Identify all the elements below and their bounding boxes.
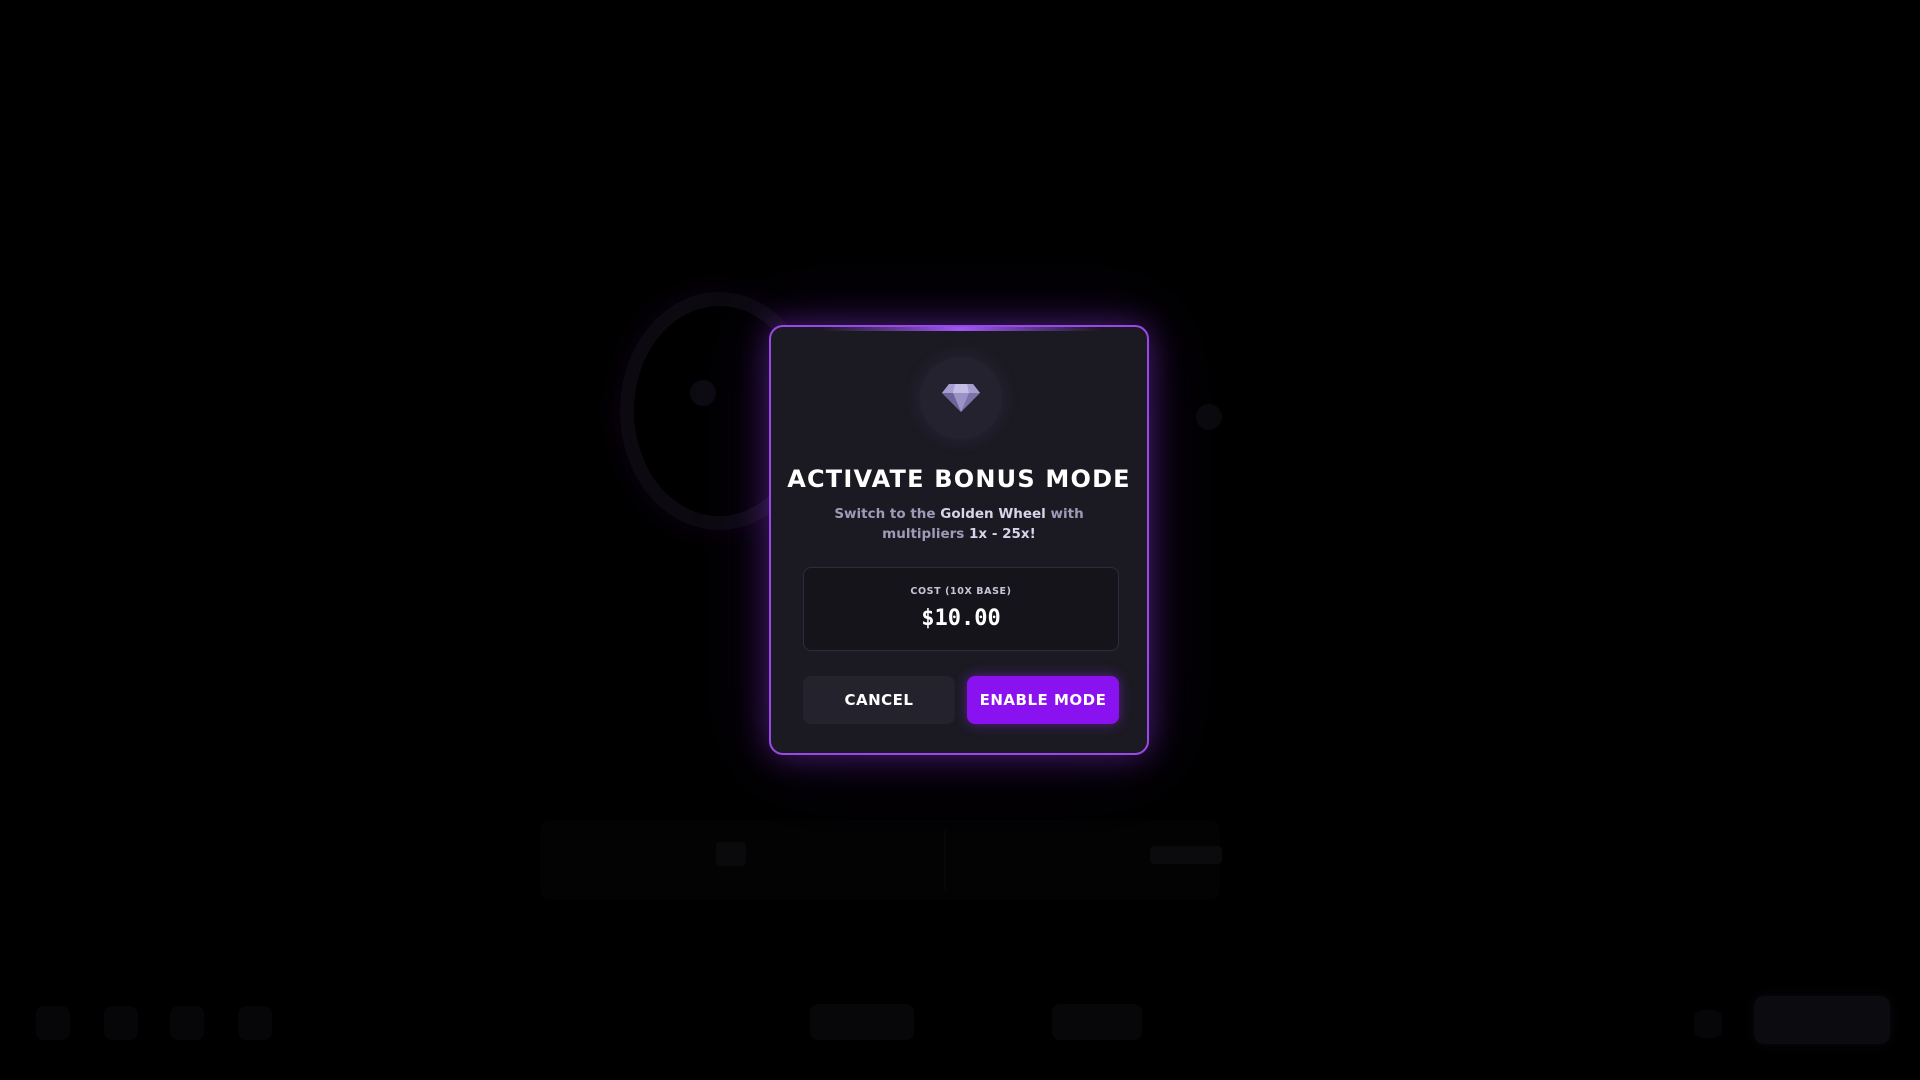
modal-top-glow	[821, 327, 1101, 331]
background-wheel-hub	[690, 380, 716, 406]
background-footer-icon	[1694, 1010, 1722, 1038]
cost-box: COST (10X BASE) $10.00	[803, 567, 1119, 651]
background-bet-value	[1150, 846, 1222, 864]
bonus-mode-modal: ACTIVATE BONUS MODE Switch to the Golden…	[769, 325, 1149, 755]
modal-description: Switch to the Golden Wheel with multipli…	[797, 504, 1121, 544]
description-suffix: !	[1029, 526, 1036, 542]
description-multiplier-range: 1x - 25x	[969, 526, 1030, 542]
background-footer-icon	[36, 1006, 70, 1040]
background-footer-bet	[1052, 1004, 1142, 1040]
game-screen: ACTIVATE BONUS MODE Switch to the Golden…	[0, 0, 1920, 1080]
background-spin-button	[1754, 996, 1890, 1044]
background-footer-icon	[104, 1006, 138, 1040]
cost-label: COST (10X BASE)	[910, 586, 1012, 597]
enable-mode-button[interactable]: ENABLE MODE	[967, 676, 1119, 724]
background-footer-icon	[170, 1006, 204, 1040]
background-bet-panel	[540, 820, 1220, 900]
diamond-icon-graphic	[942, 384, 980, 412]
background-bet-divider	[944, 830, 946, 890]
description-golden-wheel: Golden Wheel	[940, 506, 1046, 522]
cancel-button[interactable]: CANCEL	[803, 676, 955, 724]
diamond-icon	[920, 357, 1002, 439]
background-footer-icon	[238, 1006, 272, 1040]
background-footer-balance	[810, 1004, 914, 1040]
description-prefix: Switch to the	[834, 506, 941, 522]
modal-title: ACTIVATE BONUS MODE	[787, 465, 1131, 493]
cost-value: $10.00	[921, 606, 1001, 631]
background-footer	[0, 990, 1920, 1050]
background-pointer	[1196, 404, 1222, 430]
background-bet-control	[716, 842, 746, 866]
